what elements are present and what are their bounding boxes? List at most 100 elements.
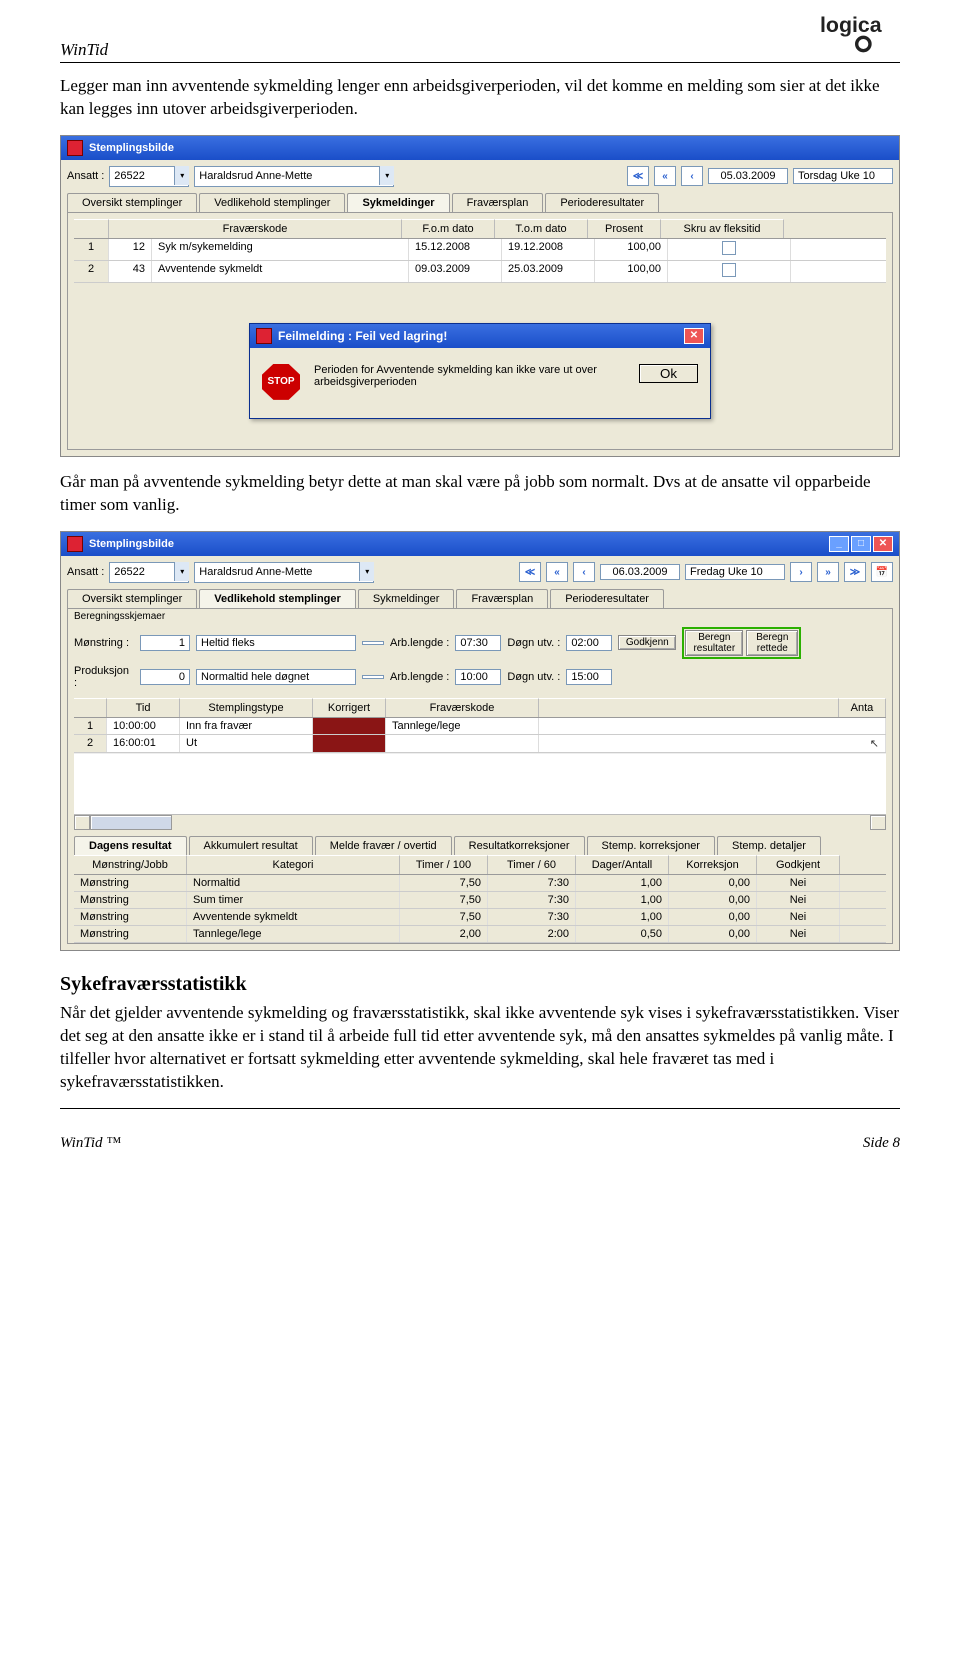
- korrigert-cell: [313, 735, 386, 752]
- tab-akkumulert[interactable]: Akkumulert resultat: [189, 836, 313, 855]
- chevron-down-icon[interactable]: ▾: [379, 166, 394, 185]
- tab-oversikt[interactable]: Oversikt stemplinger: [67, 193, 197, 212]
- col-monstring: Mønstring/Jobb: [74, 855, 187, 874]
- paragraph-3: Når det gjelder avventende sykmelding og…: [60, 1002, 900, 1094]
- chevron-down-icon[interactable]: ▾: [174, 562, 189, 581]
- col-dager: Dager/Antall: [576, 855, 669, 874]
- day-field: Torsdag Uke 10: [793, 168, 893, 184]
- close-icon[interactable]: ✕: [873, 536, 893, 552]
- cursor-icon: ↖: [539, 735, 886, 752]
- godkjenn-button[interactable]: Godkjenn: [618, 635, 676, 650]
- doc-header: WinTid: [60, 40, 900, 60]
- tab-oversikt[interactable]: Oversikt stemplinger: [67, 589, 197, 608]
- calendar-icon[interactable]: 📅: [871, 562, 893, 582]
- col-fleksitid: Skru av fleksitid: [661, 219, 784, 238]
- ansatt-name-input[interactable]: [194, 562, 374, 583]
- logica-logo: logica: [820, 8, 900, 58]
- footer-left: WinTid ™: [60, 1135, 121, 1152]
- nav-next[interactable]: ›: [790, 562, 812, 582]
- col-stemplingstype: Stemplingstype: [180, 698, 313, 717]
- table-row[interactable]: Mønstring Tannlege/lege 2,00 2:00 0,50 0…: [74, 926, 886, 943]
- arblengde-label: Arb.lengde :: [390, 671, 449, 683]
- error-dialog: Feilmelding : Feil ved lagring! ✕ STOP P…: [249, 323, 711, 419]
- col-kategori: Kategori: [187, 855, 400, 874]
- arblengde-1: 07:30: [455, 635, 501, 651]
- col-fravaerskode: Fraværskode: [109, 219, 402, 238]
- svg-text:logica: logica: [820, 13, 882, 37]
- nav-first[interactable]: ≪: [627, 166, 649, 186]
- tab-stemp-korreksjoner[interactable]: Stemp. korreksjoner: [587, 836, 715, 855]
- table-row[interactable]: 1 10:00:00 Inn fra fravær Tannlege/lege: [74, 718, 886, 735]
- checkbox[interactable]: [722, 241, 736, 255]
- tab-fravaersplan[interactable]: Fraværsplan: [456, 589, 548, 608]
- tab-sykmeldinger[interactable]: Sykmeldinger: [358, 589, 455, 608]
- tab-resultatkorreksjoner[interactable]: Resultatkorreksjoner: [454, 836, 585, 855]
- maximize-icon[interactable]: □: [851, 536, 871, 552]
- produksjon-label: Produksjon :: [74, 665, 134, 689]
- monstring-label: Mønstring :: [74, 637, 134, 649]
- col-tom: T.o.m dato: [495, 219, 588, 238]
- ansatt-label: Ansatt :: [67, 566, 104, 578]
- col-tid: Tid: [107, 698, 180, 717]
- monstring-name[interactable]: Heltid fleks: [196, 635, 356, 651]
- produksjon-name[interactable]: Normaltid hele døgnet: [196, 669, 356, 685]
- chevron-down-icon[interactable]: ▾: [359, 562, 374, 581]
- table-row[interactable]: Mønstring Sum timer 7,50 7:30 1,00 0,00 …: [74, 892, 886, 909]
- dialog-title: Feilmelding : Feil ved lagring!: [278, 329, 447, 343]
- dogn-label: Døgn utv. :: [507, 637, 560, 649]
- paragraph-2: Går man på avventende sykmelding betyr d…: [60, 471, 900, 517]
- col-anta: Anta: [839, 698, 886, 717]
- table-row[interactable]: Mønstring Avventende sykmeldt 7,50 7:30 …: [74, 909, 886, 926]
- dogn-label: Døgn utv. :: [507, 671, 560, 683]
- divider: [60, 62, 900, 63]
- minimize-icon[interactable]: _: [829, 536, 849, 552]
- table-row[interactable]: Mønstring Normaltid 7,50 7:30 1,00 0,00 …: [74, 875, 886, 892]
- table-row[interactable]: 2 43 Avventende sykmeldt 09.03.2009 25.0…: [74, 261, 886, 283]
- ansatt-label: Ansatt :: [67, 170, 104, 182]
- checkbox[interactable]: [722, 263, 736, 277]
- nav-prev[interactable]: ‹: [573, 562, 595, 582]
- monstring-val[interactable]: 1: [140, 635, 190, 651]
- scrollbar[interactable]: [74, 814, 886, 830]
- tab-stemp-detaljer[interactable]: Stemp. detaljer: [717, 836, 821, 855]
- date-field[interactable]: 06.03.2009: [600, 564, 680, 580]
- tab-vedlikehold[interactable]: Vedlikehold stemplinger: [199, 193, 345, 212]
- chevron-down-icon[interactable]: ▾: [174, 166, 189, 185]
- tab-dagens-resultat[interactable]: Dagens resultat: [74, 836, 187, 855]
- tab-perioderesultater[interactable]: Perioderesultater: [545, 193, 659, 212]
- dogn-2: 15:00: [566, 669, 612, 685]
- tab-melde-fravaer[interactable]: Melde fravær / overtid: [315, 836, 452, 855]
- nav-last[interactable]: ≫: [844, 562, 866, 582]
- beregn-rettede-button[interactable]: Beregn rettede: [746, 630, 798, 656]
- col-fom: F.o.m dato: [402, 219, 495, 238]
- window-titlebar: Stemplingsbilde _ □ ✕: [61, 532, 899, 556]
- tab-perioderesultater[interactable]: Perioderesultater: [550, 589, 664, 608]
- arblengde-2: 10:00: [455, 669, 501, 685]
- col-prosent: Prosent: [588, 219, 661, 238]
- col-korreksjon: Korreksjon: [669, 855, 757, 874]
- close-icon[interactable]: ✕: [684, 328, 704, 344]
- ansatt-name-input[interactable]: [194, 166, 394, 187]
- window-titlebar: Stemplingsbilde: [61, 136, 899, 160]
- table-row[interactable]: 1 12 Syk m/sykemelding 15.12.2008 19.12.…: [74, 239, 886, 261]
- ok-button[interactable]: Ok: [639, 364, 698, 383]
- tab-fravaersplan[interactable]: Fraværsplan: [452, 193, 544, 212]
- nav-prev-week[interactable]: «: [546, 562, 568, 582]
- col-timer100: Timer / 100: [400, 855, 488, 874]
- tab-sykmeldinger[interactable]: Sykmeldinger: [347, 193, 449, 212]
- tab-vedlikehold[interactable]: Vedlikehold stemplinger: [199, 589, 356, 608]
- app-icon: [256, 328, 272, 344]
- produksjon-val[interactable]: 0: [140, 669, 190, 685]
- col-timer60: Timer / 60: [488, 855, 576, 874]
- nav-prev-week[interactable]: «: [654, 166, 676, 186]
- nav-first[interactable]: ≪: [519, 562, 541, 582]
- col-fravaerskode: Fraværskode: [386, 698, 539, 717]
- table-row[interactable]: 2 16:00:01 Ut ↖: [74, 735, 886, 753]
- window-title: Stemplingsbilde: [89, 538, 174, 550]
- paragraph-1: Legger man inn avventende sykmelding len…: [60, 75, 900, 121]
- nav-prev[interactable]: ‹: [681, 166, 703, 186]
- arblengde-label: Arb.lengde :: [390, 637, 449, 649]
- beregn-resultater-button[interactable]: Beregn resultater: [685, 630, 743, 656]
- nav-next-week[interactable]: »: [817, 562, 839, 582]
- date-field[interactable]: 05.03.2009: [708, 168, 788, 184]
